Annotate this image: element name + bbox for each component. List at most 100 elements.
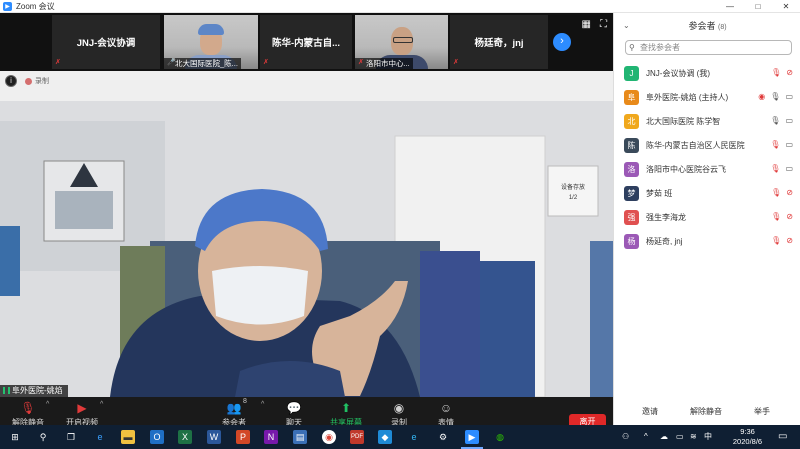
panel-header: 参会者 (8) [614, 19, 800, 33]
thumbnail-video-beida[interactable]: 北大国际医院_陈... 🎤 [164, 15, 258, 69]
system-clock[interactable]: 9:36 2020/8/6 [720, 427, 775, 447]
video-off-icon: ⊘ [786, 68, 793, 77]
zoom-app-icon: ▶ [3, 1, 12, 11]
battery-icon: ▭ [676, 432, 684, 441]
zoom-taskbar-icon[interactable]: ▶ [465, 430, 479, 444]
people-icon[interactable]: ⚇ [622, 425, 629, 449]
panel-title: 参会者 [688, 21, 716, 31]
video-icon: ▭ [785, 164, 793, 173]
excel-icon[interactable]: X [178, 430, 192, 444]
participant-row[interactable]: 陈 陈华-内蒙古自治区人民医院 🎙 ▭ [614, 133, 800, 157]
mic-icon: 🎙 [770, 116, 781, 125]
video-off-icon: ⊘ [786, 236, 793, 245]
ime-indicator[interactable]: 中 [704, 425, 712, 449]
video-options-caret[interactable]: ^ [100, 401, 103, 408]
search-icon[interactable]: ⚲ [36, 430, 50, 444]
gallery-view-icon[interactable]: ▦ [582, 19, 591, 30]
video-off-icon: ⊘ [786, 188, 793, 197]
tray-chevron-icon[interactable]: ^ [644, 425, 648, 449]
mic-muted-icon: 🎙 [771, 68, 782, 77]
mic-muted-icon: 🎙 [770, 140, 781, 149]
notifications-icon[interactable]: ▭ [778, 425, 787, 449]
pdf-app-icon[interactable]: PDF [350, 430, 364, 444]
raise-hand-button[interactable]: 举手 [750, 405, 774, 419]
word-icon[interactable]: W [207, 430, 221, 444]
outlook-icon[interactable]: O [150, 430, 164, 444]
task-view-icon[interactable]: ❐ [64, 430, 78, 444]
chat-icon: 💬 [286, 401, 302, 415]
mic-muted-icon: 🎙 [771, 212, 782, 221]
wechat-icon[interactable]: ◍ [493, 430, 507, 444]
panel-footer: 邀请 解除静音 举手 [614, 403, 800, 421]
thumbnail-yang[interactable]: 杨廷奇，jnj ✗ [450, 15, 548, 69]
edge-new-icon[interactable]: e [407, 430, 421, 444]
participant-row[interactable]: 阜 阜外医院-姚焰 (主持人) ◉ 🎙 ▭ [614, 85, 800, 109]
avatar: J [624, 65, 639, 81]
thumbnail-jnj[interactable]: JNJ-会议协调 ✗ [52, 15, 160, 69]
audio-options-caret[interactable]: ^ [46, 401, 49, 408]
file-explorer-icon[interactable]: ▬ [121, 430, 135, 444]
view-controls: ▦ ⛶ [582, 19, 607, 30]
wifi-icon[interactable]: ≋ [690, 425, 697, 449]
participant-name: 北大国际医院 陈学智 [646, 116, 721, 126]
minimize-button[interactable]: — [716, 0, 744, 13]
thumbnail-chenhua[interactable]: 陈华-内蒙古自... ✗ [260, 15, 352, 69]
record-dot-icon [25, 77, 32, 85]
unmute-all-button[interactable]: 解除静音 [688, 405, 724, 419]
signal-icon [3, 387, 10, 395]
chrome-icon[interactable]: ◉ [322, 430, 336, 444]
video-icon: ▭ [785, 92, 793, 101]
start-menu-icon[interactable]: ⊞ [8, 430, 22, 444]
thumbnail-name: 陈华-内蒙古自... [271, 38, 341, 49]
powerpoint-icon[interactable]: P [236, 430, 250, 444]
settings-icon[interactable]: ⚙ [436, 430, 450, 444]
main-video[interactable]: 设备存放 1/2 i 录制 阜外医院-姚焰 [0, 71, 613, 397]
maximize-button[interactable]: □ [744, 0, 772, 13]
participant-row[interactable]: 洛 洛阳市中心医院谷云飞 🎙 ▭ [614, 157, 800, 181]
thumbnail-strip: JNJ-会议协调 ✗ 北大国际医院_陈... 🎤 陈华-内蒙古自... ✗ 洛阳… [0, 13, 613, 71]
meeting-info-icon[interactable]: i [5, 75, 17, 87]
participant-name: 强生李海龙 [646, 212, 686, 222]
participant-search-input[interactable]: ⚲ 查找参会者 [625, 40, 792, 55]
participant-row[interactable]: 强 强生李海龙 🎙 ⊘ [614, 205, 800, 229]
edge-icon[interactable]: e [93, 430, 107, 444]
avatar: 洛 [624, 161, 639, 177]
recording-dot-icon: ◉ [758, 92, 766, 101]
mic-muted-icon: ✗ [453, 59, 459, 66]
reactions-icon: ☺ [439, 401, 453, 415]
participant-row[interactable]: 梦 梦茹 班 🎙 ⊘ [614, 181, 800, 205]
clock-date: 2020/8/6 [732, 437, 763, 446]
record-icon: ◉ [393, 401, 405, 415]
app2-icon[interactable]: ◆ [378, 430, 392, 444]
thumbnail-name: JNJ-会议协调 [76, 38, 136, 49]
mic-muted-icon: ✗ [358, 59, 364, 66]
fullscreen-icon[interactable]: ⛶ [600, 19, 607, 30]
participant-row[interactable]: 北 北大国际医院 陈学智 🎙 ▭ [614, 109, 800, 133]
search-placeholder: 查找参会者 [640, 43, 680, 52]
panel-count: (8) [717, 24, 727, 31]
thumbnail-name: 杨廷奇，jnj [474, 38, 524, 49]
thumbnail-video-luoyang[interactable]: 洛阳市中心... ✗ [355, 15, 448, 69]
participant-row[interactable]: J JNJ-会议协调 (我) 🎙 ⊘ [614, 61, 800, 85]
participant-video-face [198, 24, 224, 55]
sign-text: 设备存放 [561, 183, 585, 191]
video-off-icon: ⊘ [786, 212, 793, 221]
onenote-icon[interactable]: N [264, 430, 278, 444]
speaker-video-scene: 设备存放 1/2 [0, 71, 613, 397]
cloud-icon: ☁ [660, 432, 668, 441]
participant-row[interactable]: 杨 杨延奇, jnj 🎙 ⊘ [614, 229, 800, 253]
invite-button[interactable]: 邀请 [638, 405, 662, 419]
recording-indicator: 录制 [25, 76, 49, 86]
recording-label: 录制 [35, 78, 49, 85]
participant-video-face [390, 27, 413, 55]
close-button[interactable]: ✕ [772, 0, 800, 13]
clock-time: 9:36 [740, 427, 755, 436]
window-controls: — □ ✕ [716, 0, 800, 13]
participant-list: J JNJ-会议协调 (我) 🎙 ⊘ 阜 阜外医院-姚焰 (主持人) ◉ 🎙 ▭ 北 … [614, 61, 800, 253]
app-icon[interactable]: ▤ [293, 430, 307, 444]
video-off-icon: ▶ [77, 401, 87, 415]
next-page-button[interactable]: › [553, 33, 571, 51]
participants-options-caret[interactable]: ^ [261, 401, 264, 408]
mic-muted-icon: 🎙 [20, 401, 36, 415]
participant-name: 杨延奇, jnj [646, 236, 683, 246]
